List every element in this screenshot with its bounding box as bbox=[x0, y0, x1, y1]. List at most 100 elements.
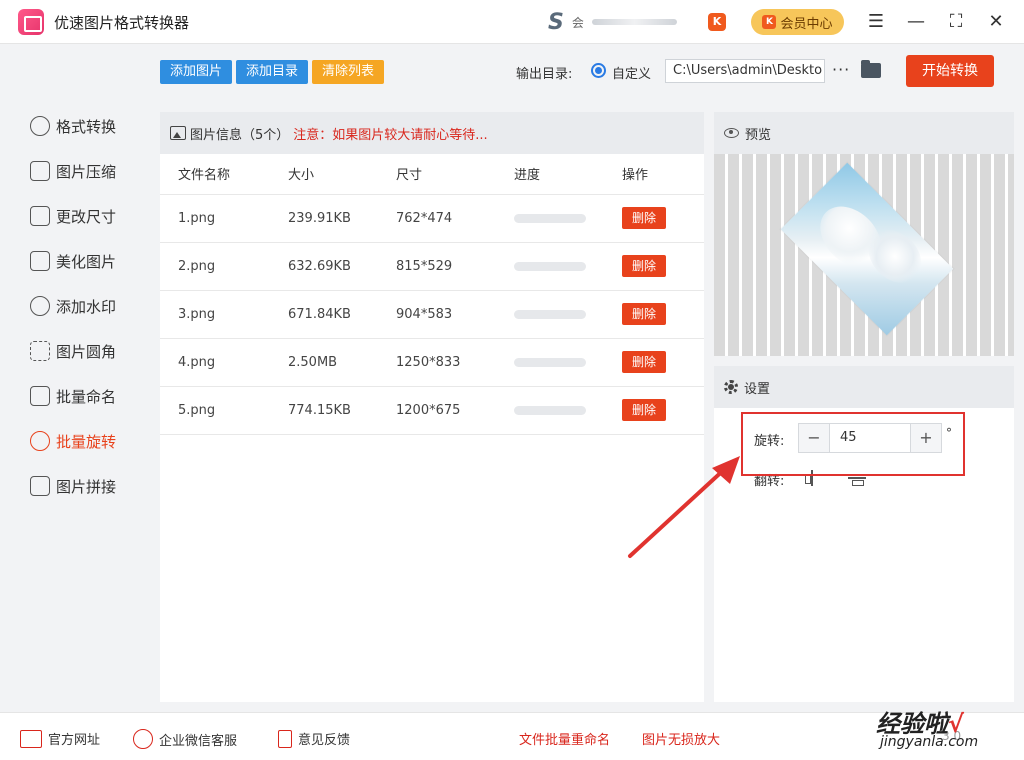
preview-header: 预览 bbox=[714, 112, 1014, 154]
file-action-cell: 删除 bbox=[622, 386, 704, 435]
file-size: 774.15KB bbox=[288, 386, 396, 435]
account-name-blurred bbox=[591, 19, 677, 25]
sidebar-item-batch-rotate[interactable]: 批量旋转 bbox=[30, 429, 116, 453]
stitch-icon bbox=[30, 476, 50, 496]
watermark-icon bbox=[30, 296, 50, 316]
sidebar-item-label: 图片拼接 bbox=[56, 477, 117, 496]
table-row: 5.png 774.15KB 1200*675 删除 bbox=[160, 386, 704, 435]
official-site-label: 官方网址 bbox=[48, 733, 101, 748]
table-row: 2.png 632.69KB 815*529 删除 bbox=[160, 242, 704, 291]
sidebar-item-stitch[interactable]: 图片拼接 bbox=[30, 474, 116, 498]
beautify-icon bbox=[30, 251, 50, 271]
file-progress-cell bbox=[514, 194, 622, 243]
sidebar-item-label: 美化图片 bbox=[56, 252, 117, 271]
sidebar-item-label: 添加水印 bbox=[56, 297, 117, 316]
delete-button[interactable]: 删除 bbox=[622, 399, 666, 421]
official-site-link[interactable]: 官方网址 bbox=[20, 729, 100, 748]
app-title: 优速图片格式转换器 bbox=[54, 14, 190, 32]
custom-output-radio[interactable] bbox=[591, 63, 606, 78]
open-folder-icon[interactable] bbox=[861, 60, 881, 78]
file-size: 671.84KB bbox=[288, 290, 396, 339]
wechat-service-link[interactable]: 企业微信客服 bbox=[133, 729, 237, 749]
delete-button[interactable]: 删除 bbox=[622, 207, 666, 229]
table-row: 4.png 2.50MB 1250*833 删除 bbox=[160, 338, 704, 387]
column-header-action: 操作 bbox=[622, 154, 704, 195]
file-progress-cell bbox=[514, 338, 622, 387]
sidebar-item-beautify[interactable]: 美化图片 bbox=[30, 249, 116, 273]
file-action-cell: 删除 bbox=[622, 290, 704, 339]
file-progress-cell bbox=[514, 290, 622, 339]
sidebar-item-resize[interactable]: 更改尺寸 bbox=[30, 204, 116, 228]
resize-icon bbox=[30, 206, 50, 226]
account-area[interactable]: S 会 bbox=[548, 9, 677, 35]
app-window: 优速图片格式转换器 S 会 K K 会员中心 ☰ — ⛶ ✕ 添加图片 添加目录… bbox=[0, 0, 1024, 760]
file-action-cell: 删除 bbox=[622, 338, 704, 387]
settings-title: 设置 bbox=[744, 381, 771, 397]
vip-center-label: 会员中心 bbox=[780, 16, 833, 32]
menu-icon[interactable]: ☰ bbox=[864, 10, 888, 34]
column-header-name: 文件名称 bbox=[160, 154, 288, 195]
progress-bar bbox=[514, 213, 586, 223]
account-name: 会 bbox=[571, 15, 584, 30]
file-name: 1.png bbox=[160, 194, 288, 243]
sidebar-item-format-convert[interactable]: 格式转换 bbox=[30, 114, 116, 138]
add-folder-button[interactable]: 添加目录 bbox=[236, 60, 308, 84]
column-header-size: 大小 bbox=[288, 154, 396, 195]
minimize-icon[interactable]: — bbox=[904, 10, 928, 34]
custom-output-label[interactable]: 自定义 bbox=[612, 63, 651, 82]
vip-center-button[interactable]: K 会员中心 bbox=[751, 9, 844, 35]
round-corner-icon bbox=[30, 341, 50, 361]
clear-list-button[interactable]: 清除列表 bbox=[312, 60, 384, 84]
file-name: 3.png bbox=[160, 290, 288, 339]
file-name: 2.png bbox=[160, 242, 288, 291]
batch-rename-icon bbox=[30, 386, 50, 406]
sidebar-item-batch-rename[interactable]: 批量命名 bbox=[30, 384, 116, 408]
file-name: 5.png bbox=[160, 386, 288, 435]
close-icon[interactable]: ✕ bbox=[984, 10, 1008, 34]
table-row: 3.png 671.84KB 904*583 删除 bbox=[160, 290, 704, 339]
start-convert-button[interactable]: 开始转换 bbox=[906, 55, 994, 87]
progress-bar bbox=[514, 405, 586, 415]
file-size: 239.91KB bbox=[288, 194, 396, 243]
file-dimensions: 904*583 bbox=[396, 290, 514, 339]
file-size: 2.50MB bbox=[288, 338, 396, 387]
format-convert-icon bbox=[30, 116, 50, 136]
compress-icon bbox=[30, 161, 50, 181]
wait-notice: 注意：如果图片较大请耐心等待... bbox=[293, 127, 488, 143]
file-list-panel: 图片信息（5个） 注意：如果图片较大请耐心等待... 文件名称 大小 尺寸 进度… bbox=[160, 112, 704, 702]
settings-header: 设置 bbox=[714, 366, 1014, 408]
more-options-icon[interactable]: ··· bbox=[832, 60, 850, 79]
account-logo-icon: S bbox=[548, 9, 564, 35]
delete-button[interactable]: 删除 bbox=[622, 255, 666, 277]
sidebar-item-label: 批量旋转 bbox=[56, 432, 117, 451]
output-path-input[interactable]: C:\Users\admin\Deskto bbox=[665, 59, 825, 83]
sidebar-item-label: 图片圆角 bbox=[56, 342, 117, 361]
app-logo-icon bbox=[18, 9, 44, 35]
wechat-service-label: 企业微信客服 bbox=[159, 733, 238, 749]
column-header-progress: 进度 bbox=[514, 154, 622, 195]
rotated-sky-image bbox=[780, 162, 954, 336]
batch-rotate-icon bbox=[30, 431, 50, 451]
title-bar: 优速图片格式转换器 S 会 K K 会员中心 ☰ — ⛶ ✕ bbox=[0, 0, 1024, 44]
file-dimensions: 1250*833 bbox=[396, 338, 514, 387]
file-name: 4.png bbox=[160, 338, 288, 387]
file-dimensions: 815*529 bbox=[396, 242, 514, 291]
annotation-arrow bbox=[628, 456, 740, 558]
add-image-button[interactable]: 添加图片 bbox=[160, 60, 232, 84]
vip-badge-icon[interactable]: K bbox=[708, 13, 726, 31]
feedback-link[interactable]: 意见反馈 bbox=[278, 729, 350, 748]
progress-bar bbox=[514, 309, 586, 319]
batch-rename-link[interactable]: 文件批量重命名 bbox=[519, 729, 610, 748]
file-size: 632.69KB bbox=[288, 242, 396, 291]
feedback-icon bbox=[278, 729, 292, 748]
sidebar-item-watermark[interactable]: 添加水印 bbox=[30, 294, 116, 318]
sidebar-item-compress[interactable]: 图片压缩 bbox=[30, 159, 116, 183]
website-icon bbox=[20, 729, 42, 748]
delete-button[interactable]: 删除 bbox=[622, 303, 666, 325]
lossless-enlarge-link[interactable]: 图片无损放大 bbox=[642, 729, 720, 748]
maximize-icon[interactable]: ⛶ bbox=[944, 10, 968, 34]
image-info-icon bbox=[170, 126, 186, 140]
delete-button[interactable]: 删除 bbox=[622, 351, 666, 373]
column-header-dim: 尺寸 bbox=[396, 154, 514, 195]
sidebar-item-round-corner[interactable]: 图片圆角 bbox=[30, 339, 116, 363]
